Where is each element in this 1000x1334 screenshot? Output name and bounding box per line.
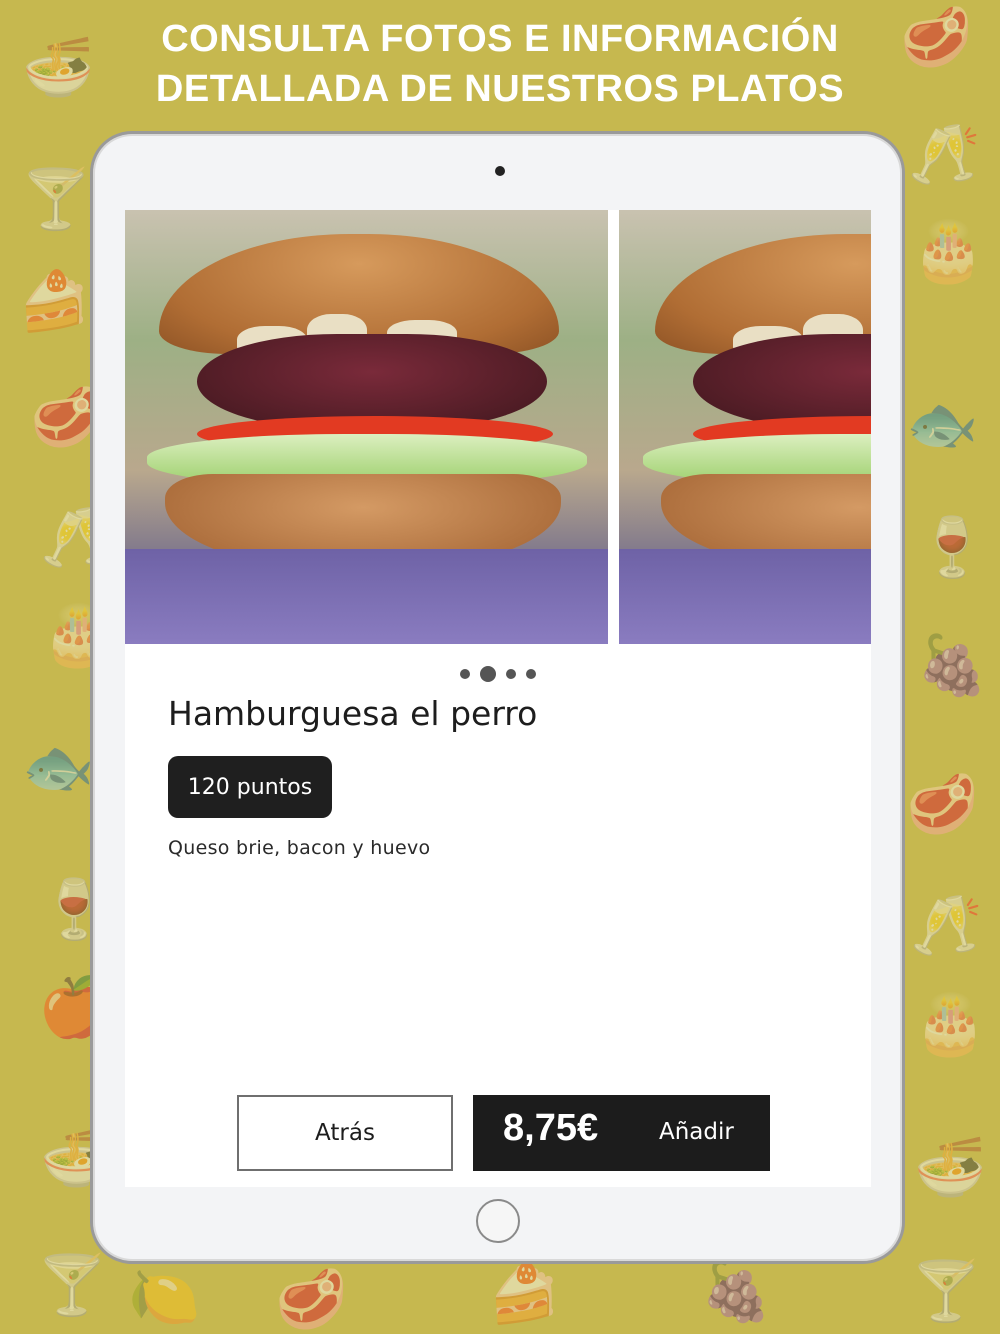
citrus-icon: 🍋 bbox=[128, 1263, 201, 1331]
wine-bottle-icon: 🍷 bbox=[916, 513, 989, 581]
steak-icon: 🥩 bbox=[900, 3, 973, 71]
noodle-bowl-icon: 🍜 bbox=[22, 33, 95, 101]
carousel-page-indicator[interactable] bbox=[125, 664, 871, 684]
fish-icon: 🐟 bbox=[906, 390, 979, 458]
tablet-frame: Hamburguesa el perro 120 puntos Queso br… bbox=[90, 131, 905, 1264]
burger-illustration bbox=[643, 234, 871, 574]
wine-glasses-icon: 🥂 bbox=[908, 120, 981, 188]
add-label: Añadir bbox=[659, 1119, 734, 1145]
tablecloth bbox=[125, 549, 608, 644]
dish-description: Queso brie, bacon y huevo bbox=[168, 837, 431, 859]
page-dot-active[interactable] bbox=[480, 666, 496, 682]
fish-icon: 🐟 bbox=[22, 733, 95, 801]
page-dot[interactable] bbox=[506, 669, 516, 679]
cocktail-icon: 🍸 bbox=[910, 1257, 983, 1325]
noodle-bowl-icon: 🍜 bbox=[914, 1133, 987, 1201]
back-button[interactable]: Atrás bbox=[237, 1095, 453, 1171]
tablecloth bbox=[619, 549, 871, 644]
birthday-cake-icon: 🎂 bbox=[914, 990, 987, 1058]
burger-illustration bbox=[147, 234, 587, 574]
steak-icon: 🥩 bbox=[906, 770, 979, 838]
price-label: 8,75€ bbox=[503, 1107, 599, 1149]
page-dot[interactable] bbox=[526, 669, 536, 679]
cocktail-icon: 🍸 bbox=[20, 165, 93, 233]
cocktail-icon: 🍸 bbox=[36, 1251, 109, 1319]
dish-title: Hamburguesa el perro bbox=[168, 694, 538, 733]
page-dot[interactable] bbox=[460, 669, 470, 679]
headline-line-1: CONSULTA FOTOS E INFORMACIÓN bbox=[161, 18, 839, 60]
headline-line-2: DETALLADA DE NUESTROS PLATOS bbox=[155, 68, 845, 110]
fruit-icon: 🍇 bbox=[916, 631, 989, 699]
dish-photo-next[interactable] bbox=[619, 210, 871, 644]
cake-icon: 🍰 bbox=[488, 1259, 561, 1327]
birthday-cake-icon: 🎂 bbox=[912, 217, 985, 285]
fruit-icon: 🍇 bbox=[700, 1257, 773, 1325]
tablet-home-button[interactable] bbox=[476, 1199, 520, 1243]
dish-photo-current[interactable] bbox=[125, 210, 608, 644]
cake-icon: 🍰 bbox=[18, 267, 91, 335]
add-to-order-button[interactable]: 8,75€ Añadir bbox=[473, 1095, 770, 1171]
tablet-camera bbox=[495, 166, 505, 176]
promo-headline: CONSULTA FOTOS E INFORMACIÓN DETALLADA D… bbox=[0, 14, 1000, 114]
steak-icon: 🥩 bbox=[275, 1265, 348, 1333]
app-screen: Hamburguesa el perro 120 puntos Queso br… bbox=[125, 210, 871, 1187]
wine-glasses-icon: 🥂 bbox=[910, 891, 983, 959]
points-badge: 120 puntos bbox=[168, 756, 332, 818]
